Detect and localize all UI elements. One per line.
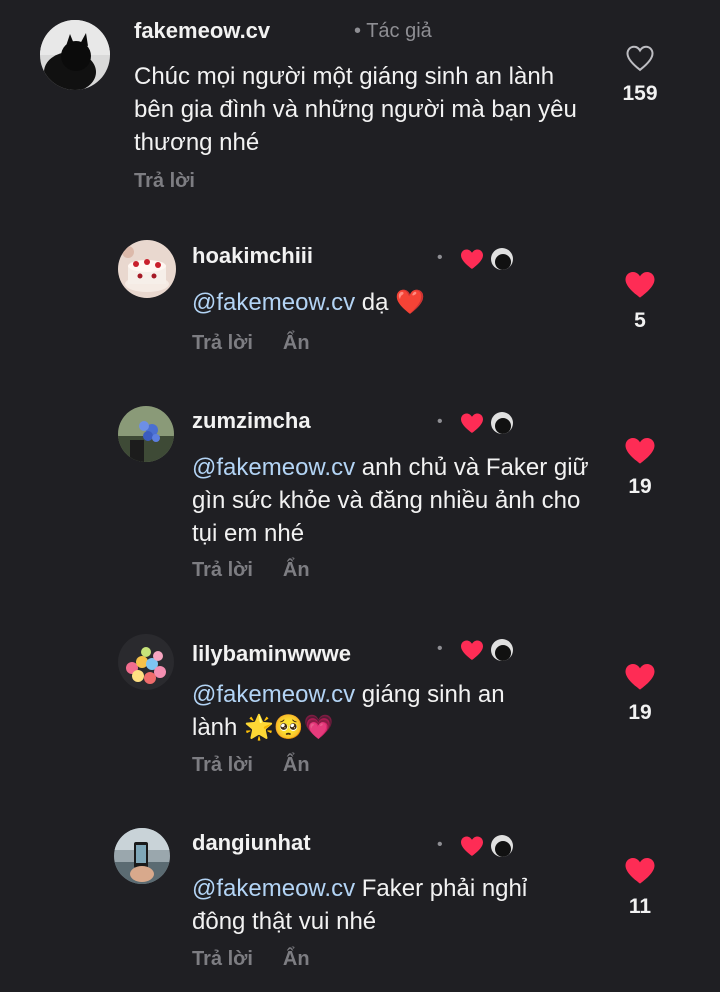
separator-dot: • (437, 249, 443, 266)
reply-button[interactable]: Trả lời (192, 948, 253, 970)
heart-emoji: ❤️ (395, 289, 426, 316)
avatar[interactable] (114, 828, 170, 884)
like-count: 11 (628, 895, 652, 918)
creator-mini-avatar-icon (491, 639, 513, 661)
creator-mini-avatar-icon (491, 835, 513, 857)
mention-link[interactable]: @fakemeow.cv (192, 454, 355, 481)
creator-mini-avatar-icon (491, 412, 513, 434)
hide-button[interactable]: Ẩn (283, 754, 310, 776)
comment-item: zumzimcha • @fakemeow.cv anh chủ và Fake… (0, 396, 720, 596)
comment-username[interactable]: dangiunhat (192, 830, 311, 856)
like-button[interactable]: 11 (610, 856, 670, 919)
reply-button[interactable]: Trả lời (192, 754, 253, 776)
comment-text: @fakemeow.cv Faker phải nghỉ đông thật v… (192, 875, 528, 935)
comment-text: @fakemeow.cv dạ ❤️ (192, 289, 426, 316)
separator-dot: • (437, 836, 443, 853)
reply-button[interactable]: Trả lời (192, 332, 253, 354)
comment-username[interactable]: hoakimchiii (192, 243, 313, 269)
comment-username[interactable]: fakemeow.cv (134, 18, 270, 44)
like-button[interactable]: 5 (610, 270, 670, 333)
like-count: 19 (628, 475, 652, 498)
reply-button[interactable]: Trả lời (192, 559, 253, 581)
heart-filled-icon (625, 271, 655, 298)
comment-actions: Trả lời Ẩn (192, 948, 340, 971)
heart-outline-icon (626, 45, 654, 72)
comment-actions: Trả lời Ẩn (192, 559, 340, 582)
comment-username[interactable]: lilybaminwwwe (192, 641, 351, 667)
phone-photo-avatar-icon (114, 828, 170, 884)
like-button[interactable]: 159 (610, 44, 670, 106)
creator-mini-avatar-icon (491, 248, 513, 270)
cake-avatar-icon (118, 240, 176, 298)
separator-dot: • (437, 640, 443, 657)
mention-link[interactable]: @fakemeow.cv (192, 289, 355, 316)
heart-filled-icon (625, 663, 655, 690)
like-count: 159 (622, 82, 658, 105)
comment-item: dangiunhat • @fakemeow.cv Faker phải ngh… (0, 820, 720, 990)
comment-actions: Trả lời Ẩn (192, 332, 340, 355)
avatar[interactable] (118, 406, 174, 462)
heart-filled-icon (625, 437, 655, 464)
hide-button[interactable]: Ẩn (283, 559, 310, 581)
author-badge: • Tác giả (354, 20, 432, 42)
black-cat-avatar-icon (40, 20, 110, 90)
comment-text: Chúc mọi người một giáng sinh an lành bê… (134, 63, 577, 156)
comment-item: fakemeow.cv • Tác giả Chúc mọi người một… (0, 0, 720, 200)
like-count: 19 (628, 701, 652, 724)
comment-text: @fakemeow.cv giáng sinh an lành 🌟🥺💗 (192, 681, 505, 741)
comment-username[interactable]: zumzimcha (192, 408, 311, 434)
comment-item: hoakimchiii • @fakemeow.cv dạ ❤️ Trả lời… (0, 230, 720, 370)
flower-avatar-icon (118, 406, 174, 462)
like-button[interactable]: 19 (610, 662, 670, 725)
mention-link[interactable]: @fakemeow.cv (192, 875, 355, 902)
mention-link[interactable]: @fakemeow.cv (192, 681, 355, 708)
hide-button[interactable]: Ẩn (283, 332, 310, 354)
creator-liked-heart-icon (461, 249, 483, 269)
balloons-avatar-icon (118, 634, 174, 690)
avatar[interactable] (118, 240, 176, 298)
reply-button[interactable]: Trả lời (134, 170, 195, 192)
like-count: 5 (634, 309, 646, 332)
comment-item: lilybaminwwwe • @fakemeow.cv giáng sinh … (0, 626, 720, 786)
avatar[interactable] (40, 20, 110, 90)
creator-liked-heart-icon (461, 836, 483, 856)
separator-dot: • (437, 413, 443, 430)
avatar[interactable] (118, 634, 174, 690)
comment-actions: Trả lời (134, 170, 225, 193)
comment-actions: Trả lời Ẩn (192, 754, 340, 777)
hide-button[interactable]: Ẩn (283, 948, 310, 970)
comment-text: @fakemeow.cv anh chủ và Faker giữ gìn sứ… (192, 454, 589, 547)
star-pleading-heart-emoji: 🌟🥺💗 (244, 714, 334, 741)
heart-filled-icon (625, 857, 655, 884)
like-button[interactable]: 19 (610, 436, 670, 499)
creator-liked-heart-icon (461, 413, 483, 433)
creator-liked-heart-icon (461, 640, 483, 660)
